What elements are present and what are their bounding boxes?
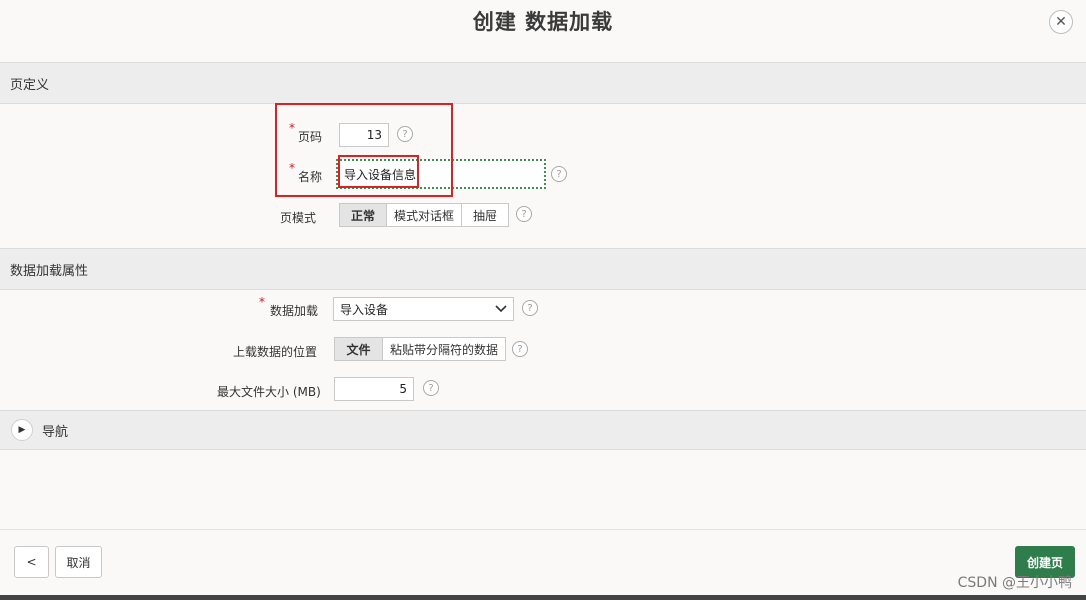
page-number-input[interactable]: 13 <box>339 123 389 147</box>
page-mode-label: 页模式 <box>280 211 317 225</box>
back-button[interactable]: < <box>14 546 49 578</box>
page-mode-option-drawer[interactable]: 抽屉 <box>462 204 508 226</box>
help-icon[interactable]: ? <box>522 300 538 316</box>
help-icon[interactable]: ? <box>397 126 413 142</box>
chevron-left-icon: < <box>26 555 37 569</box>
dialog-title: 创建 数据加载 <box>472 10 614 34</box>
data-load-label: 数据加载 <box>270 304 319 318</box>
name-input[interactable]: 导入设备信息 <box>336 159 546 189</box>
page-mode-option-modal[interactable]: 模式对话框 <box>387 204 462 226</box>
data-load-select[interactable]: 导入设备 <box>333 297 514 321</box>
section-data-load-attributes: 数据加载属性 <box>0 248 1086 290</box>
section-page-definition: 页定义 <box>0 62 1086 104</box>
cancel-button[interactable]: 取消 <box>55 546 102 578</box>
triangle-right-icon[interactable]: ▶ <box>11 419 33 441</box>
required-marker: * <box>289 121 295 135</box>
background-strip <box>0 595 1086 600</box>
page-mode-selector: 正常 模式对话框 抽屉 <box>339 203 509 227</box>
max-file-size-input[interactable]: 5 <box>334 377 414 401</box>
help-icon[interactable]: ? <box>516 206 532 222</box>
create-data-load-dialog: 创建 数据加载 ✕ 页定义 * 页码 13 ? * 名称 导入设备信息 ? 页模… <box>0 0 1086 600</box>
watermark: CSDN @王小小鸭 <box>957 575 1072 591</box>
upload-location-option-file[interactable]: 文件 <box>335 338 383 360</box>
help-icon[interactable]: ? <box>551 166 567 182</box>
max-file-size-label: 最大文件大小 (MB) <box>217 385 321 399</box>
page-mode-option-normal[interactable]: 正常 <box>340 204 387 226</box>
data-load-selected-value: 导入设备 <box>340 302 389 317</box>
navigation-section[interactable]: ▶ 导航 <box>0 410 1086 450</box>
upload-location-selector: 文件 粘贴带分隔符的数据 <box>334 337 506 361</box>
close-icon[interactable]: ✕ <box>1049 10 1073 34</box>
required-marker: * <box>289 161 295 175</box>
dialog-footer: < 取消 创建页 <box>0 529 1086 600</box>
name-label: 名称 <box>298 170 323 184</box>
page-number-label: 页码 <box>298 130 323 144</box>
chevron-down-icon <box>495 305 507 313</box>
required-marker: * <box>259 295 265 309</box>
help-icon[interactable]: ? <box>423 380 439 396</box>
upload-location-option-paste[interactable]: 粘贴带分隔符的数据 <box>383 338 505 360</box>
help-icon[interactable]: ? <box>512 341 528 357</box>
navigation-label: 导航 <box>42 424 69 440</box>
upload-location-label: 上载数据的位置 <box>233 345 318 359</box>
